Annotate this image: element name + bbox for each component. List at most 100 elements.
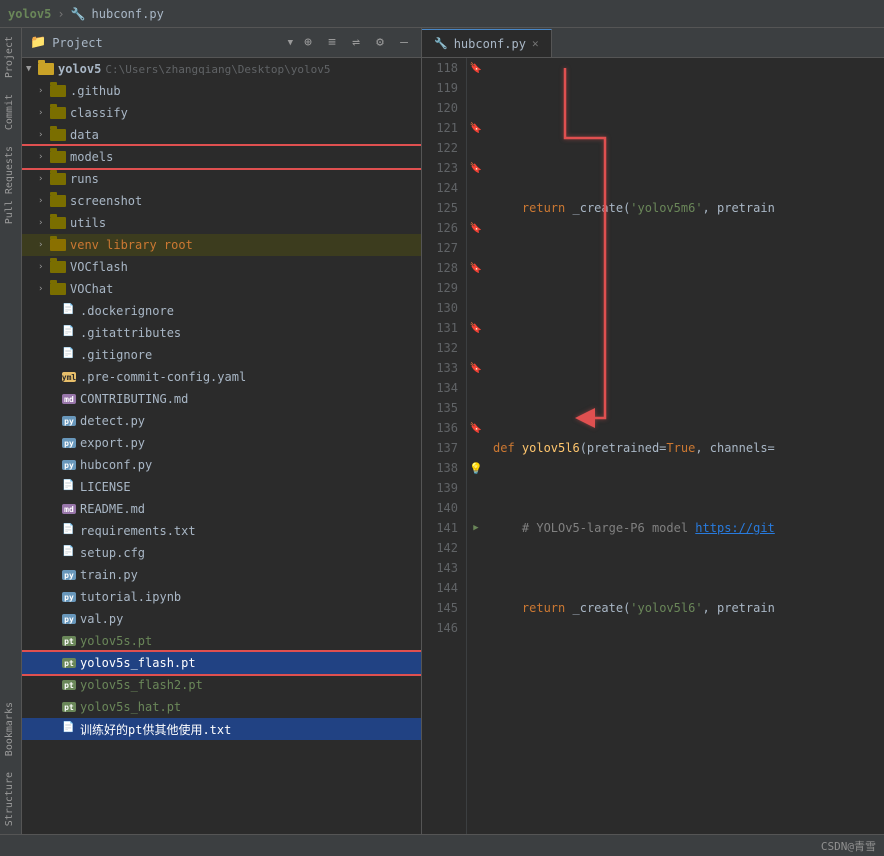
gutter-141: ▶ [467,518,485,538]
line-123-content: return _create('yolov5l6', pretrain [493,598,775,618]
tree-screenshot[interactable]: › screenshot [22,190,421,212]
project-icon: 📁 [30,35,46,50]
tree-yolov5sflashpt[interactable]: › pt yolov5s_flash.pt [22,652,421,674]
tree-contributing[interactable]: › md CONTRIBUTING.md [22,388,421,410]
venv-folder-icon [50,239,66,251]
status-credit: CSDN@青雪 [821,838,876,854]
panel-locate-icon[interactable]: ⊕ [299,34,317,52]
gutter-126: 🔖 [467,218,485,238]
panel-settings-icon[interactable]: ⚙ [371,34,389,52]
tutorial-icon: py [62,592,76,602]
gutter-121: 🔖 [467,118,485,138]
line-118-content: return _create('yolov5m6', pretrain [493,198,775,218]
code-content[interactable]: return _create('yolov5m6', pretrain def … [485,58,884,834]
root-path: C:\Users\zhangqiang\Desktop\yolov5 [105,63,330,76]
tree-license[interactable]: › 📄 LICENSE [22,476,421,498]
code-panel: 🔧 hubconf.py ✕ 118 119 120 121 122 123 1… [422,28,884,834]
detect-icon: py [62,416,76,426]
panel-dropdown-icon[interactable]: ▼ [288,38,293,48]
requirements-label: requirements.txt [80,524,196,538]
root-folder-icon [38,63,54,75]
tree-gitignore[interactable]: › 📄 .gitignore [22,344,421,366]
editor-tab-hubconf[interactable]: 🔧 hubconf.py ✕ [422,29,552,57]
panel-close-icon[interactable]: — [395,34,413,52]
panel-collapse-icon[interactable]: ≡ [323,34,341,52]
code-line-124 [493,678,876,698]
contributing-label: CONTRIBUTING.md [80,392,188,406]
tree-data[interactable]: › data [22,124,421,146]
tree-hubconf[interactable]: › py hubconf.py [22,454,421,476]
tree-xunlian[interactable]: › 📄 训练好的pt供其他使用.txt [22,718,421,740]
line-numbers: 118 119 120 121 122 123 124 125 126 127 … [422,58,467,834]
vtab-commit[interactable]: Commit [0,86,21,138]
models-label: models [70,150,113,164]
tree-root[interactable]: ▼ yolov5 C:\Users\zhangqiang\Desktop\yol… [22,58,421,80]
code-line-122: # YOLOv5-large-P6 model https://git [493,518,876,538]
tree-requirements[interactable]: › 📄 requirements.txt [22,520,421,542]
tree-detect[interactable]: › py detect.py [22,410,421,432]
utils-folder-icon [50,217,66,229]
gutter: 🔖 🔖 🔖 🔖 🔖 🔖 🔖 🔖 💡 [467,58,485,834]
gutter-134 [467,378,485,398]
tree-venv[interactable]: › venv library root [22,234,421,256]
tree-gitattributes[interactable]: › 📄 .gitattributes [22,322,421,344]
panel-header-icons: ⊕ ≡ ⇌ ⚙ — [299,34,413,52]
yolov5spt-label: yolov5s.pt [80,634,152,648]
vtab-pull-requests[interactable]: Pull Requests [0,138,21,232]
gutter-132 [467,338,485,358]
vtab-structure[interactable]: Structure [0,764,21,834]
line-121-content: def yolov5l6(pretrained=True, channels= [493,438,775,458]
bulb-138-icon[interactable]: 💡 [469,462,483,475]
gutter-123: 🔖 [467,158,485,178]
utils-label: utils [70,216,106,230]
run-141-icon[interactable]: ▶ [473,523,478,533]
tree-vochat[interactable]: › VOChat [22,278,421,300]
tree-readme[interactable]: › md README.md [22,498,421,520]
gutter-140 [467,498,485,518]
tree-yolov5sflash2pt[interactable]: › pt yolov5s_flash2.pt [22,674,421,696]
tree-yolov5spt[interactable]: › pt yolov5s.pt [22,630,421,652]
tab-file-icon: 🔧 [434,37,448,50]
gutter-127 [467,238,485,258]
tree-models[interactable]: › models [22,146,421,168]
bookmark-123: 🔖 [470,163,482,174]
screenshot-arrow: › [38,196,50,206]
gutter-143 [467,558,485,578]
tutorial-label: tutorial.ipynb [80,590,181,604]
title-sep: › [57,7,64,21]
tree-github[interactable]: › .github [22,80,421,102]
tree-train[interactable]: › py train.py [22,564,421,586]
file-tree: ▼ yolov5 C:\Users\zhangqiang\Desktop\yol… [22,58,421,834]
tree-runs[interactable]: › runs [22,168,421,190]
classify-arrow: › [38,108,50,118]
hubconf-icon: py [62,460,76,470]
vochat-label: VOChat [70,282,113,296]
gutter-138: 💡 [467,458,485,478]
tree-utils[interactable]: › utils [22,212,421,234]
xunlian-label: 训练好的pt供其他使用.txt [80,721,231,738]
gitattributes-label: .gitattributes [80,326,181,340]
tree-setup[interactable]: › 📄 setup.cfg [22,542,421,564]
gutter-119 [467,78,485,98]
github-arrow: › [38,86,50,96]
gutter-125 [467,198,485,218]
tree-dockerignore[interactable]: › 📄 .dockerignore [22,300,421,322]
tree-export[interactable]: › py export.py [22,432,421,454]
tree-val[interactable]: › py val.py [22,608,421,630]
panel-expand-icon[interactable]: ⇌ [347,34,365,52]
title-project: yolov5 [8,7,51,21]
code-line-118: return _create('yolov5m6', pretrain [493,198,876,218]
tab-close-btn[interactable]: ✕ [532,37,539,50]
vtab-bookmarks[interactable]: Bookmarks [0,694,21,764]
vertical-tabs: Project Commit Pull Requests Bookmarks S… [0,28,22,834]
tree-yolov5shatpt[interactable]: › pt yolov5s_hat.pt [22,696,421,718]
tree-precommit[interactable]: › yml .pre-commit-config.yaml [22,366,421,388]
tree-tutorial[interactable]: › py tutorial.ipynb [22,586,421,608]
tree-classify[interactable]: › classify [22,102,421,124]
bookmark-131: 🔖 [470,323,482,334]
tree-vocflash[interactable]: › VOCflash [22,256,421,278]
detect-label: detect.py [80,414,145,428]
code-line-123: return _create('yolov5l6', pretrain [493,598,876,618]
vtab-project[interactable]: Project [0,28,21,86]
tab-label: hubconf.py [454,37,526,51]
